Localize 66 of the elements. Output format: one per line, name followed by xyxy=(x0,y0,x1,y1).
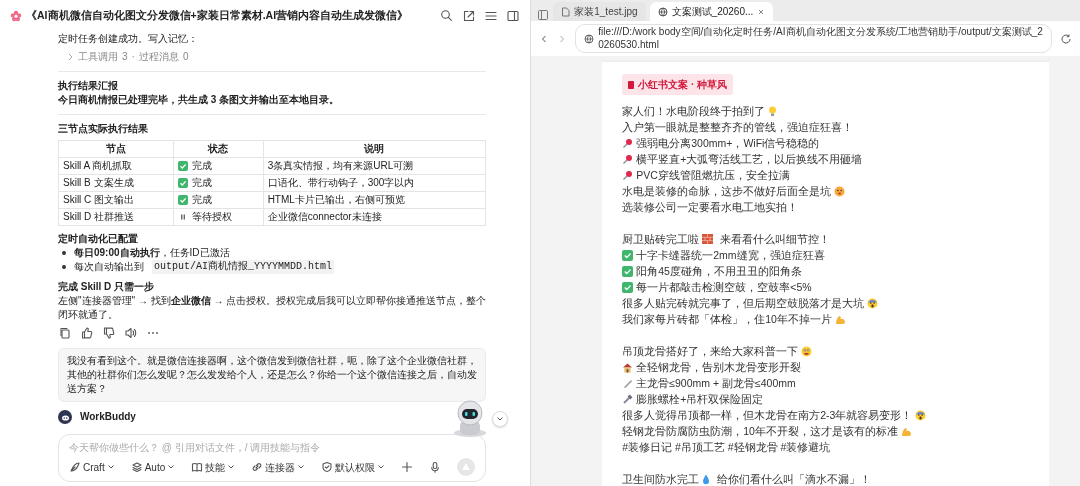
table-cell: 企业微信connector未连接 xyxy=(263,208,486,226)
table-cell: Skill A 商机抓取 xyxy=(58,157,174,175)
list-item: 每次自动输出到 xyxy=(74,260,144,274)
separator-dot: · xyxy=(131,50,135,64)
status-text: 等待授权 xyxy=(191,210,232,224)
toolbar-button[interactable]: Craft xyxy=(69,459,115,475)
post-line: 很多人觉得吊顶都一样，但木龙骨在南方2-3年就容易变形！ xyxy=(622,408,913,423)
post-line: 很多人贴完砖就完事了，但后期空鼓脱落才是大坑 xyxy=(622,296,865,311)
post-line: #装修日记 #吊顶工艺 #轻钢龙骨 #装修避坑 xyxy=(622,440,831,455)
report-summary: 今日商机情报已处理完毕，共生成 3 条图文并输出至本地目录。 xyxy=(58,93,341,107)
browser-tab[interactable]: 文案测试_20260... xyxy=(649,2,774,21)
toolbar-button[interactable]: 连接器 xyxy=(251,459,306,475)
address-bar[interactable]: file:///D:/work body空间/自动化定时任务/AI商机自动化图文分发系统/工地营销助手/output/文案测试_20260530.html xyxy=(575,24,1052,53)
section-heading: 完成 Skill D 只需一步 xyxy=(58,280,156,294)
post-line: 卫生间防水完工 xyxy=(622,472,700,486)
category-tag: 小红书文案 · 种草风 xyxy=(622,74,734,95)
assistant-name: WorkBuddy xyxy=(80,410,136,424)
process-label[interactable]: 过程消息 xyxy=(138,50,179,64)
process-count: 3 xyxy=(122,50,128,64)
chat-title: 《AI商机微信自动化图文分发微信+家装日常素材.AI营销内容自动生成发微信》 xyxy=(26,8,409,24)
post-line: 吊顶龙骨搭好了，来给大家科普一下 xyxy=(622,344,799,359)
table-cell: HTML卡片已输出，右侧可预览 xyxy=(263,191,486,209)
task-note: 定时任务创建成功。写入记忆： xyxy=(58,32,199,46)
process-count: 0 xyxy=(182,50,189,64)
table-cell: 3条真实情报，均有来源URL可溯 xyxy=(263,157,486,175)
post-line: 全轻钢龙骨，告别木龙骨变形开裂 xyxy=(636,360,802,375)
post-line: 主龙骨≤900mm + 副龙骨≤400mm xyxy=(636,376,796,391)
table-cell: Skill C 图文输出 xyxy=(58,191,174,209)
column-header: 状态 xyxy=(173,140,264,158)
status-text: 完成 xyxy=(191,159,212,173)
browser-tab[interactable]: 家装1_test.jpg xyxy=(553,2,646,21)
column-header: 节点 xyxy=(58,140,174,158)
post-line: 每一片都敲击检测空鼓，空鼓率<5% xyxy=(636,280,812,295)
status-text: 完成 xyxy=(191,193,212,207)
post-line: 强弱电分离300mm+，WiFi信号稳稳的 xyxy=(636,136,820,151)
section-heading: 三节点实际执行结果 xyxy=(58,122,149,136)
section-heading: 定时自动化已配置 xyxy=(58,232,139,246)
post-line: 水电是装修的命脉，这步不做好后面全是坑 xyxy=(622,184,832,199)
table-cell: Skill D 社群推送 xyxy=(58,208,174,226)
instruction-text: 左侧"连接器管理" → 找到企业微信 → 点击授权。授权完成后我可以立即帮你接通推送节点，整个闭环就通了。 xyxy=(58,294,487,322)
post-line: 入户第一眼就是整整齐齐的管线，强迫症狂喜！ xyxy=(622,120,854,135)
table-cell: Skill B 文案生成 xyxy=(58,174,174,192)
process-label[interactable]: 工具调用 xyxy=(78,50,118,64)
toolbar-button[interactable]: Auto xyxy=(130,459,176,475)
list-item: 每日09:00自动执行，任务ID已激活 xyxy=(74,246,230,260)
post-line: PVC穿线管阻燃抗压，安全拉满 xyxy=(636,168,790,183)
post-line: 我们家每片砖都「体检」，住10年不掉一片 xyxy=(622,312,832,327)
section-heading: 执行结果汇报 xyxy=(58,79,119,93)
toolbar-button[interactable]: 默认权限 xyxy=(321,459,386,475)
post-line: 轻钢龙骨防腐防虫防潮，10年不开裂，这才是该有的标准 xyxy=(622,424,898,439)
column-header: 说明 xyxy=(263,140,486,158)
status-text: 完成 xyxy=(191,176,212,190)
toolbar-button[interactable]: 技能 xyxy=(191,459,236,475)
post-line: 选装修公司一定要看水电工地实拍！ xyxy=(622,200,799,215)
post-line: 十字卡缝器统一2mm缝宽，强迫症狂喜 xyxy=(636,248,825,263)
post-line: 膨胀螺栓+吊杆双保险固定 xyxy=(636,392,764,407)
post-line: 家人们！水电阶段终于拍到了 xyxy=(622,104,766,119)
table-cell: 口语化、带行动钩子，300字以内 xyxy=(263,174,486,192)
post-line: 阳角45度碰角，不用丑丑的阳角条 xyxy=(636,264,802,279)
post-line: 厨卫贴砖完工啦 xyxy=(622,232,700,247)
post-line: 给你们看什么叫「滴水不漏」！ xyxy=(717,472,872,486)
file-path: output/AI商机情报_YYYYMMDD.html xyxy=(152,260,335,274)
post-line: 横平竖直+大弧弯活线工艺，以后换线不用砸墙 xyxy=(636,152,863,167)
post-line: 来看看什么叫细节控！ xyxy=(720,232,831,247)
user-message: 我没有看到这个。就是微信连接器啊，这个微信发到微信社群，呃，除了这个企业微信社群，其他的社群你们怎么发呢？怎么发发给个人，还是怎么？你给一个这个微信连接之后，自动发送方案？ xyxy=(58,348,487,402)
message-input[interactable]: 今天帮你做些什么？ @ 引用对话文件，/ 调用技能与指令 Craft Auto 技能 连接器 默认权限 xyxy=(58,434,487,482)
